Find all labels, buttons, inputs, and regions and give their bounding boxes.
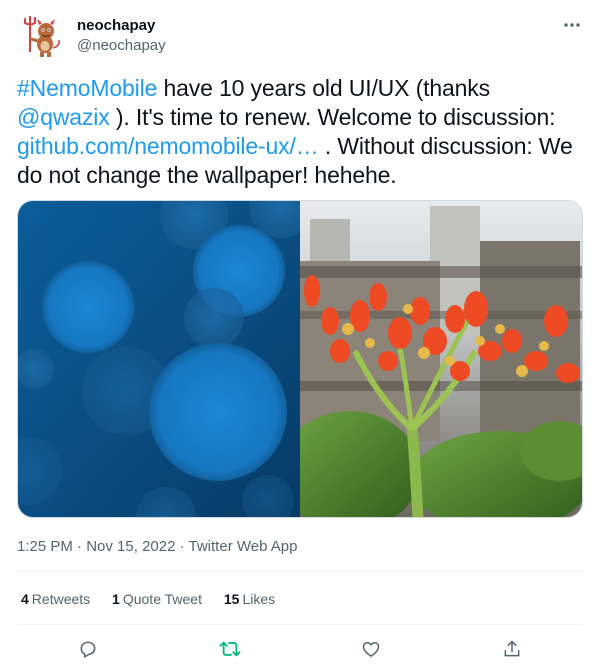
tweet-time[interactable]: 1:25 PM (17, 538, 73, 555)
meta-separator: · (175, 538, 189, 555)
quote-tweets-count: 1 (112, 591, 120, 607)
likes-stat[interactable]: 15 Likes (224, 591, 275, 607)
quote-tweets-label: Quote Tweet (122, 591, 202, 607)
meta-separator: · (72, 538, 87, 555)
reply-button[interactable] (71, 632, 105, 666)
hashtag-link[interactable]: #NemoMobile (17, 75, 157, 101)
wallpaper-image[interactable] (18, 201, 313, 517)
tweet-text-segment: have 10 years old UI/UX (thanks (157, 75, 490, 101)
tweet: neochapay @neochapay #NemoMobile have 10… (0, 0, 598, 672)
share-icon (504, 640, 520, 657)
heart-icon (362, 642, 380, 657)
divider (17, 624, 583, 625)
more-options-button[interactable] (558, 14, 586, 36)
avatar[interactable] (17, 12, 65, 60)
reply-icon (80, 641, 96, 658)
author-handle[interactable]: @neochapay (77, 37, 166, 55)
retweet-button[interactable] (213, 632, 247, 666)
like-button[interactable] (354, 632, 388, 666)
tweet-actions (0, 632, 598, 666)
tweet-source[interactable]: Twitter Web App (189, 538, 298, 555)
likes-label: Likes (242, 591, 276, 607)
flower-photo[interactable] (280, 201, 582, 517)
quote-tweets-stat[interactable]: 1 Quote Tweet (112, 591, 202, 607)
media-grid (17, 200, 583, 518)
likes-count: 15 (223, 591, 240, 607)
retweets-count: 4 (21, 591, 29, 607)
retweets-label: Retweets (31, 591, 91, 607)
blue-bokeh-wallpaper-image (18, 201, 313, 517)
devil-mascot-avatar-icon (17, 12, 65, 60)
more-horizontal-icon (564, 23, 580, 27)
retweet-icon (219, 641, 241, 657)
tweet-text: #NemoMobile have 10 years old UI/UX (tha… (17, 74, 587, 190)
share-button[interactable] (495, 632, 529, 666)
tweet-meta: 1:25 PM · Nov 15, 2022 · Twitter Web App (17, 537, 297, 557)
mention-link[interactable]: @qwazix (17, 104, 110, 130)
author-display-name[interactable]: neochapay (77, 17, 155, 35)
url-link[interactable]: github.com/nemomobile-ux/… (17, 133, 319, 159)
tweet-date[interactable]: Nov 15, 2022 (86, 538, 175, 555)
tweet-stats: 4 Retweets 1 Quote Tweet 15 Likes (21, 590, 293, 608)
red-flower-photo-image (280, 201, 582, 517)
divider (17, 571, 583, 572)
tweet-text-segment: ). It's time to renew. Welcome to discus… (109, 104, 556, 130)
retweets-stat[interactable]: 4 Retweets (21, 591, 90, 607)
